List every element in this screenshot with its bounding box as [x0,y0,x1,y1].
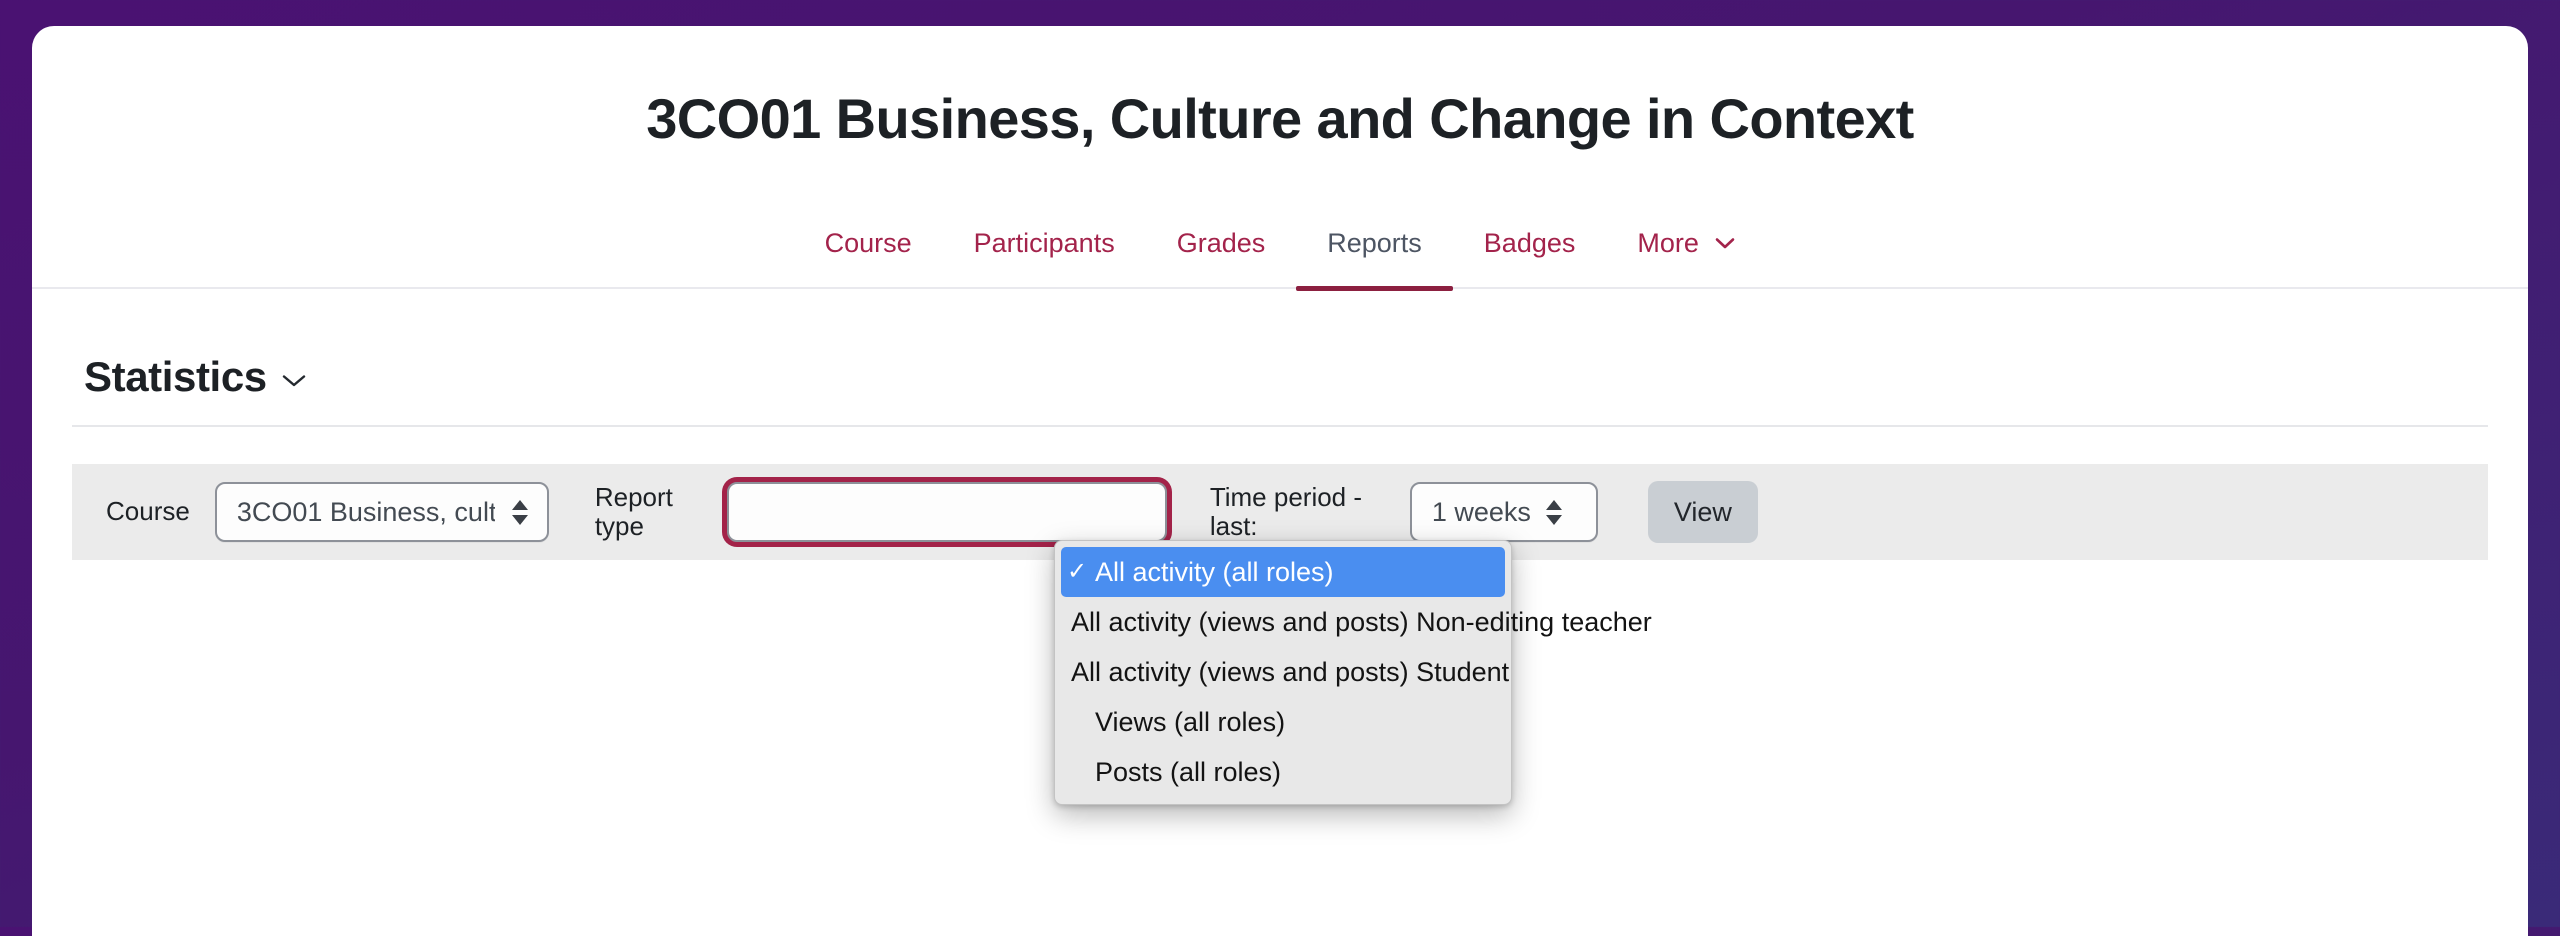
dropdown-option[interactable]: All activity (views and posts) Non-editi… [1055,597,1652,647]
statistics-heading-row: Statistics [32,289,2528,419]
page-title: 3CO01 Business, Culture and Change in Co… [646,87,1914,150]
tab-label: Course [824,228,912,258]
time-period-value: 1 weeks [1431,496,1531,527]
dropdown-option[interactable]: Posts (all roles) [1055,747,1511,797]
dropdown-option-label: All activity (all roles) [1095,556,1334,587]
check-icon: ✓ [1066,558,1088,585]
chevron-down-icon [1715,237,1735,250]
tab-course[interactable]: Course [794,222,943,291]
course-select-label: Course [106,496,190,527]
tab-label: Participants [973,228,1115,258]
course-select-value: 3CO01 Business, culture & change [236,496,495,527]
course-nav-tabs: Course Participants Grades Reports Badge… [32,222,2528,292]
tab-more[interactable]: More [1606,222,1766,291]
course-select[interactable]: 3CO01 Business, culture & change [214,482,549,542]
tab-label: More [1637,228,1699,258]
tab-label: Badges [1483,228,1576,258]
tab-label: Grades [1176,228,1266,258]
report-type-dropdown-menu[interactable]: ✓ All activity (all roles) All activity … [1054,540,1652,805]
dropdown-option[interactable]: ✓ All activity (all roles) [1061,547,1505,597]
section-divider [72,425,2488,427]
dropdown-option[interactable]: All activity (views and posts) Student [1055,647,1511,697]
select-stepper-icon [1545,499,1563,525]
tab-grades[interactable]: Grades [1146,222,1297,291]
select-stepper-icon [511,499,529,525]
tab-label: Reports [1327,228,1422,258]
course-page-card: 3CO01 Business, Culture and Change in Co… [32,26,2528,936]
dropdown-option-label: All activity (views and posts) Student [1071,656,1510,687]
report-type-label: Report type [594,481,673,541]
tab-reports[interactable]: Reports [1296,222,1453,292]
chevron-down-icon[interactable] [281,373,307,389]
tab-participants[interactable]: Participants [943,222,1146,291]
time-period-select[interactable]: 1 weeks [1409,482,1598,542]
dropdown-option-label: Views (all roles) [1095,706,1286,737]
course-header: 3CO01 Business, Culture and Change in Co… [32,26,2528,292]
tab-badges[interactable]: Badges [1453,222,1607,291]
view-button[interactable]: View [1647,481,1758,543]
dropdown-option-label: All activity (views and posts) Non-editi… [1071,606,1652,637]
report-type-select[interactable] [726,482,1167,542]
time-period-label: Time period - last: [1209,481,1363,541]
report-type-select-wrap [726,482,1167,542]
dropdown-option[interactable]: Views (all roles) [1055,697,1511,747]
section-title: Statistics [84,353,267,400]
dropdown-option-label: Posts (all roles) [1095,756,1282,787]
